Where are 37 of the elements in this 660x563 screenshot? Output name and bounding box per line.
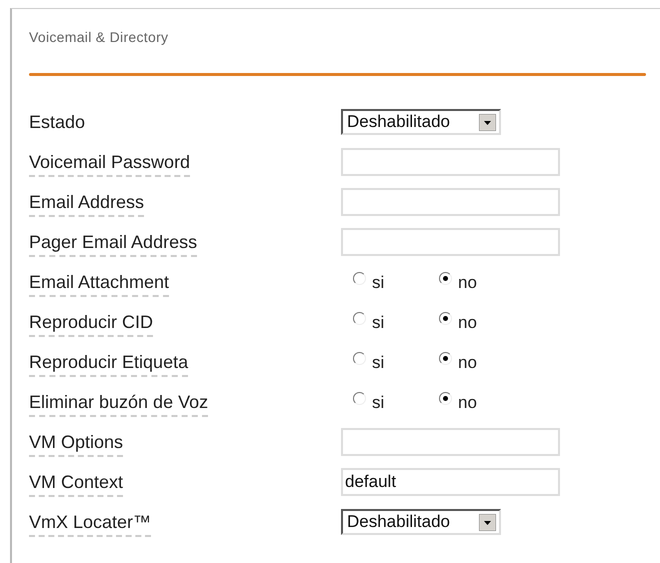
radio-button[interactable] xyxy=(353,392,366,404)
input-field[interactable]: default xyxy=(341,468,560,496)
radio-button[interactable] xyxy=(353,272,366,284)
radio-label: si xyxy=(372,272,384,292)
radio-button[interactable] xyxy=(353,312,366,324)
field-label: Pager Email Address xyxy=(29,232,198,256)
radio-label: no xyxy=(458,272,477,292)
field-label: Estado xyxy=(29,112,86,134)
panel-title: Voicemail & Directory xyxy=(29,29,170,45)
field-label: Reproducir CID xyxy=(29,312,154,336)
field-label: VmX Locater™ xyxy=(29,512,152,536)
caret-icon xyxy=(479,114,496,130)
radio-button[interactable] xyxy=(439,352,452,364)
caret-icon xyxy=(479,514,496,530)
radio-label: si xyxy=(372,352,384,372)
input-field[interactable] xyxy=(341,188,560,216)
radio-label: si xyxy=(372,312,384,332)
input-field[interactable] xyxy=(341,228,560,256)
field-label: VM Context xyxy=(29,472,124,496)
radio-label: no xyxy=(458,352,477,372)
field-label: VM Options xyxy=(29,432,124,456)
input-field[interactable] xyxy=(341,148,560,176)
field-label: Email Address xyxy=(29,192,144,216)
field-label: Reproducir Etiqueta xyxy=(29,352,188,376)
input-field[interactable] xyxy=(341,428,560,456)
field-label: Email Attachment xyxy=(29,272,170,296)
dropdown[interactable]: Deshabilitado xyxy=(341,109,501,135)
field-label: Voicemail Password xyxy=(29,152,190,176)
radio-label: no xyxy=(458,312,477,332)
radio-label: no xyxy=(458,392,477,412)
radio-button[interactable] xyxy=(439,392,452,404)
radio-button[interactable] xyxy=(353,352,366,364)
dropdown[interactable]: Deshabilitado xyxy=(341,509,501,535)
field-label: Eliminar buzón de Voz xyxy=(29,392,208,416)
radio-button[interactable] xyxy=(439,272,452,284)
radio-button[interactable] xyxy=(439,312,452,324)
radio-label: si xyxy=(372,392,384,412)
